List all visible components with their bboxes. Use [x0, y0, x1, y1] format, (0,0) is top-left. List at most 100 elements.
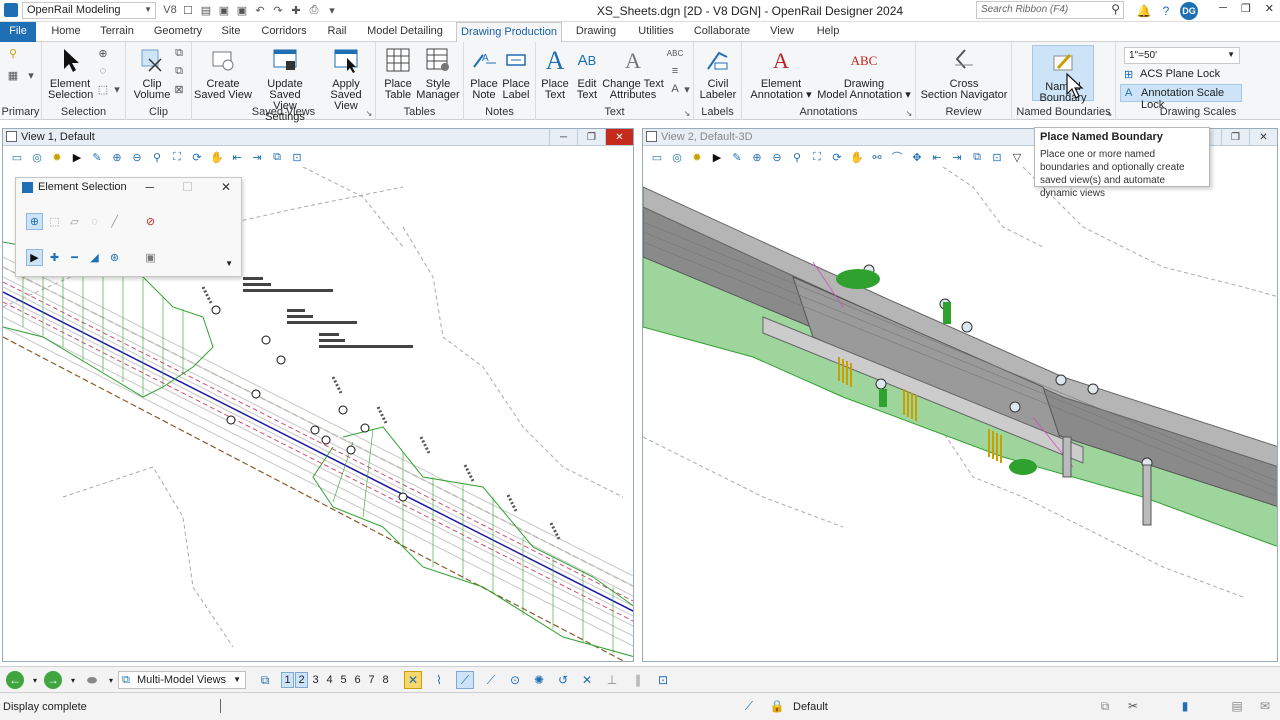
search-ribbon-input[interactable]: Search Ribbon (F4) ⚲ [976, 1, 1124, 19]
minimize-icon[interactable]: ─ [1219, 2, 1227, 15]
expand-dialog-icon[interactable]: ▼ [225, 259, 233, 268]
view-3-button[interactable]: 3 [309, 672, 322, 688]
save-icon[interactable]: ▣ [216, 2, 232, 18]
attributes-icon[interactable]: ▦ [6, 68, 20, 82]
message-icon[interactable]: ✉ [1256, 697, 1274, 715]
view-previous-icon[interactable]: ⇤ [929, 149, 945, 165]
snap-keypoint-icon[interactable]: ⟋ [456, 671, 474, 689]
help-icon[interactable]: ? [1158, 3, 1174, 19]
back-icon[interactable]: ← [6, 671, 24, 689]
file-icon[interactable]: ▮ [1176, 697, 1194, 715]
add-mode-icon[interactable]: ✚ [46, 249, 63, 266]
dialog-titlebar[interactable]: Element Selection ─ ☐ ✕ [16, 178, 241, 198]
view-6-button[interactable]: 6 [351, 672, 364, 688]
pan-icon[interactable]: ✋ [209, 149, 225, 165]
snap-intersection-icon[interactable]: ✕ [578, 671, 596, 689]
zoom-in-icon[interactable]: ⊕ [749, 149, 765, 165]
filter-icon[interactable]: ▽ [1009, 149, 1025, 165]
tab-help[interactable]: Help [810, 22, 846, 42]
undo-icon[interactable]: ↶ [252, 2, 268, 18]
individual-select-icon[interactable]: ⊕ [26, 213, 43, 230]
redo-icon[interactable]: ↷ [270, 2, 286, 18]
fly-icon[interactable]: ⌒ [889, 149, 905, 165]
snap-midpoint-icon[interactable]: ⟋ [482, 671, 500, 689]
update-icon[interactable]: ✎ [89, 149, 105, 165]
print-icon[interactable]: ⎙ [306, 2, 322, 18]
line-select-icon[interactable]: ╱ [106, 213, 123, 230]
place-label-button[interactable]: Place Label [500, 45, 532, 101]
tab-view[interactable]: View [764, 22, 800, 42]
apply-saved-view-button[interactable]: Apply Saved View [318, 45, 374, 112]
fit-view-icon[interactable]: ⛶ [169, 149, 185, 165]
change-text-attributes-button[interactable]: A Change Text Attributes [602, 45, 664, 101]
dropdown-icon[interactable]: ▾ [110, 82, 124, 96]
restore-icon[interactable]: ❐ [1241, 2, 1251, 15]
notification-icon[interactable]: 🔔 [1136, 3, 1152, 19]
select-all-icon[interactable]: ⊛ [106, 249, 123, 266]
lighting-icon[interactable]: ✹ [49, 149, 65, 165]
clip-back-icon[interactable]: ⧉ [172, 64, 186, 78]
active-tool-icon[interactable]: ⟋ [740, 697, 758, 715]
customize-icon[interactable]: ▾ [324, 2, 340, 18]
snap-parallel-icon[interactable]: ∥ [626, 671, 650, 689]
snap-perpendicular-icon[interactable]: ⊥ [600, 671, 624, 689]
invert-mode-icon[interactable]: ◢ [86, 249, 103, 266]
spell-check-icon[interactable]: ABC [667, 46, 683, 60]
model-view-select[interactable]: ⧉ Multi-Model Views ▼ [118, 671, 246, 689]
close-icon[interactable]: ✕ [1249, 129, 1277, 145]
view-groups-icon[interactable]: ⧉ [256, 671, 274, 689]
clear-selection-icon[interactable]: ⊘ [142, 213, 159, 230]
open-folder-icon[interactable]: ▤ [198, 2, 214, 18]
lighting-icon[interactable]: ✹ [689, 149, 705, 165]
drawing-model-annotation-button[interactable]: ABC Drawing Model Annotation ▾ [816, 45, 912, 101]
view-next-icon[interactable]: ⇥ [949, 149, 965, 165]
snap-tangent-icon[interactable]: ↺ [554, 671, 572, 689]
rotate-icon[interactable]: ⟳ [829, 149, 845, 165]
dropdown-icon[interactable]: ▾ [680, 82, 694, 96]
snap-origin-icon[interactable]: ✺ [530, 671, 548, 689]
view-display-icon[interactable]: ◎ [29, 149, 45, 165]
pin-icon[interactable]: ✚ [288, 2, 304, 18]
clip-clear-icon[interactable]: ⊠ [172, 82, 186, 96]
v8-icon[interactable]: V8 [162, 2, 178, 18]
maximize-icon[interactable]: ☐ [182, 180, 193, 194]
tab-terrain[interactable]: Terrain [94, 22, 140, 42]
model-icon[interactable]: ⬬ [80, 671, 104, 689]
design-history-icon[interactable]: ⧉ [1096, 697, 1114, 715]
forward-icon[interactable]: → [44, 671, 62, 689]
view-7-button[interactable]: 7 [365, 672, 378, 688]
app-icon[interactable] [4, 3, 18, 17]
text-style-icon[interactable]: ≡ [668, 64, 682, 78]
tab-drawing[interactable]: Drawing [570, 22, 622, 42]
view-2[interactable]: View 2, Default-3D ❐ ✕ ▭ ◎ ✹ ▶ ✎ ⊕ ⊖ ⚲ ⛶… [642, 128, 1278, 662]
drawing-scale-select[interactable]: 1"=50' ▼ [1124, 47, 1240, 64]
civil-labeler-button[interactable]: Civil Labeler [698, 45, 738, 101]
update-icon[interactable]: ✎ [729, 149, 745, 165]
play-icon[interactable]: ▶ [709, 149, 725, 165]
view-4-button[interactable]: 4 [323, 672, 336, 688]
view-next-icon[interactable]: ⇥ [249, 149, 265, 165]
clip-icon[interactable]: ⊡ [289, 149, 305, 165]
zoom-out-icon[interactable]: ⊖ [129, 149, 145, 165]
view-1-button[interactable]: 1 [281, 672, 294, 688]
tab-geometry[interactable]: Geometry [148, 22, 208, 42]
place-text-button[interactable]: A Place Text [538, 45, 572, 101]
tab-model-detailing[interactable]: Model Detailing [362, 22, 448, 42]
place-note-button[interactable]: A Place Note [468, 45, 500, 101]
clip-volume-button[interactable]: Clip Volume [130, 45, 174, 101]
style-manager-button[interactable]: Style Manager [416, 45, 460, 101]
view-2-button[interactable]: 2 [295, 672, 308, 688]
annotation-scale-lock-toggle[interactable]: A Annotation Scale Lock [1120, 84, 1242, 111]
restore-icon[interactable]: ❐ [1221, 129, 1249, 145]
avatar[interactable]: DG [1180, 2, 1198, 20]
edit-text-button[interactable]: AB Edit Text [570, 45, 604, 101]
tools-icon[interactable]: ✂ [1124, 697, 1142, 715]
tab-home[interactable]: Home [44, 22, 88, 42]
minimize-icon[interactable]: ─ [549, 129, 577, 145]
save-all-icon[interactable]: ▣ [234, 2, 250, 18]
tab-file[interactable]: File [0, 22, 36, 42]
block-select-icon[interactable]: ⬚ [46, 213, 63, 230]
select-block-icon[interactable]: ⬚ [96, 82, 110, 96]
view-5-button[interactable]: 5 [337, 672, 350, 688]
window-area-icon[interactable]: ⚲ [789, 149, 805, 165]
